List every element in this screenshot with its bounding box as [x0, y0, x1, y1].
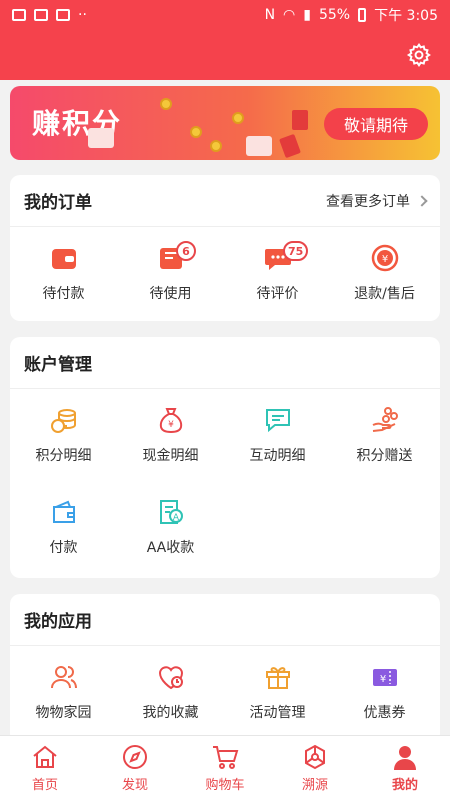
- account-item-label: AA收款: [146, 540, 195, 556]
- coupon-icon: ¥: [372, 669, 397, 686]
- heart-icon: [158, 666, 183, 690]
- svg-text:A: A: [172, 513, 179, 523]
- compass-icon: [123, 745, 147, 769]
- tab-label: 购物车: [205, 778, 245, 793]
- gift-hand-icon: [372, 407, 398, 432]
- account-card: 账户管理 积分明细 ¥ 现金明细 互动明细 积分赠送 付款 A AA收款: [10, 337, 440, 578]
- my-favorites[interactable]: 我的收藏: [117, 646, 224, 738]
- order-refund[interactable]: ¥ 退款/售后: [331, 227, 438, 319]
- settings-gear-icon[interactable]: [406, 42, 432, 68]
- wifi-icon: ◠: [283, 7, 296, 23]
- account-title: 账户管理: [24, 355, 92, 375]
- account-item-label: 积分明细: [35, 448, 92, 464]
- orders-card: 我的订单 查看更多订单 待付款 6 待使用 75 待评价 ¥ 退款/售后: [10, 175, 440, 321]
- earn-points-banner[interactable]: 赚积分 敬请期待: [10, 86, 440, 160]
- activity-management[interactable]: 活动管理: [224, 646, 331, 738]
- wallet-icon: [51, 249, 76, 269]
- chat-icon: [265, 409, 290, 433]
- header-bar: [0, 30, 450, 80]
- nfc-icon: N: [264, 7, 276, 23]
- aa-collect-icon: A: [159, 500, 183, 524]
- account-header: 账户管理: [10, 337, 440, 389]
- battery-percent: 55%: [318, 7, 351, 23]
- bag-notification-icon: [34, 9, 48, 21]
- tab-trace[interactable]: 溯源: [270, 736, 360, 800]
- tab-label: 溯源: [301, 778, 328, 793]
- pending-review-badge: 75: [283, 241, 309, 261]
- app-item-label: 优惠券: [363, 705, 406, 721]
- payment[interactable]: 付款: [10, 481, 117, 573]
- trace-icon: [305, 744, 325, 770]
- tab-cart[interactable]: 购物车: [180, 736, 270, 800]
- orders-title: 我的订单: [24, 193, 92, 213]
- red-envelope-decoration: [279, 133, 301, 159]
- aa-collection[interactable]: A AA收款: [117, 481, 224, 573]
- account-item-label: 互动明细: [249, 448, 306, 464]
- interaction-detail[interactable]: 互动明细: [224, 389, 331, 481]
- chevron-right-icon: [416, 194, 428, 207]
- battery-icon: [358, 8, 367, 22]
- svg-text:¥: ¥: [168, 420, 174, 430]
- account-item-label: 积分赠送: [356, 448, 413, 464]
- points-detail[interactable]: 积分明细: [10, 389, 117, 481]
- svg-text:¥: ¥: [379, 674, 385, 685]
- order-item-label: 待评价: [256, 286, 299, 302]
- tab-label: 首页: [31, 778, 58, 793]
- coupons[interactable]: ¥ 优惠券: [331, 646, 438, 738]
- gift-box-decoration: [246, 136, 272, 156]
- view-more-orders-link[interactable]: 查看更多订单: [326, 191, 428, 211]
- coin-decoration: [190, 126, 202, 138]
- signal-icon: ▮: [303, 7, 311, 23]
- coming-soon-button[interactable]: 敬请期待: [324, 108, 428, 140]
- order-pending-payment[interactable]: 待付款: [10, 227, 117, 319]
- pending-use-badge: 6: [176, 241, 196, 261]
- cart-icon: [213, 746, 239, 769]
- app-item-label: 物物家园: [35, 705, 92, 721]
- svg-text:¥: ¥: [381, 254, 387, 265]
- wallet-pay-icon: [52, 500, 75, 523]
- user-icon: [394, 746, 416, 770]
- coin-decoration: [232, 112, 244, 124]
- tab-discover[interactable]: 发现: [90, 736, 180, 800]
- status-bar: ·· N ◠ ▮ 55% 下午 3:05: [0, 0, 450, 30]
- view-more-label: 查看更多订单: [326, 193, 410, 210]
- cash-detail[interactable]: ¥ 现金明细: [117, 389, 224, 481]
- clock: 下午 3:05: [374, 8, 438, 24]
- order-item-label: 退款/售后: [354, 286, 415, 302]
- home-icon: [33, 745, 57, 768]
- apps-header: 我的应用: [10, 594, 440, 646]
- order-pending-use[interactable]: 6 待使用: [117, 227, 224, 319]
- goods-home[interactable]: 物物家园: [10, 646, 117, 738]
- wechat-notification-icon: [56, 9, 70, 21]
- account-item-label: 付款: [49, 540, 78, 556]
- order-pending-review[interactable]: 75 待评价: [224, 227, 331, 319]
- gift-box-decoration: [88, 128, 114, 148]
- account-item-label: 现金明细: [142, 448, 199, 464]
- users-icon: [50, 666, 77, 689]
- app-item-label: 活动管理: [249, 705, 306, 721]
- order-item-label: 待使用: [149, 286, 192, 302]
- money-bag-icon: ¥: [159, 408, 182, 434]
- tab-label: 发现: [121, 778, 148, 793]
- refund-icon: ¥: [371, 244, 398, 272]
- tab-mine[interactable]: 我的: [360, 736, 450, 800]
- coins-icon: [50, 409, 76, 433]
- coin-decoration: [210, 140, 222, 152]
- red-envelope-decoration: [292, 110, 308, 130]
- apps-card: 我的应用 物物家园 我的收藏 活动管理 ¥ 优惠券: [10, 594, 440, 744]
- more-notifications-icon: ··: [78, 7, 87, 23]
- apps-title: 我的应用: [24, 612, 92, 632]
- order-item-label: 待付款: [42, 286, 85, 302]
- coin-decoration: [160, 98, 172, 110]
- app-item-label: 我的收藏: [142, 705, 199, 721]
- image-notification-icon: [12, 9, 26, 21]
- tab-label: 我的: [391, 778, 418, 793]
- tab-home[interactable]: 首页: [0, 736, 90, 800]
- points-gift[interactable]: 积分赠送: [331, 389, 438, 481]
- orders-header: 我的订单 查看更多订单: [10, 175, 440, 227]
- gift-box-icon: [265, 667, 290, 689]
- bottom-tab-bar: 首页 发现 购物车 溯源 我的: [0, 735, 450, 800]
